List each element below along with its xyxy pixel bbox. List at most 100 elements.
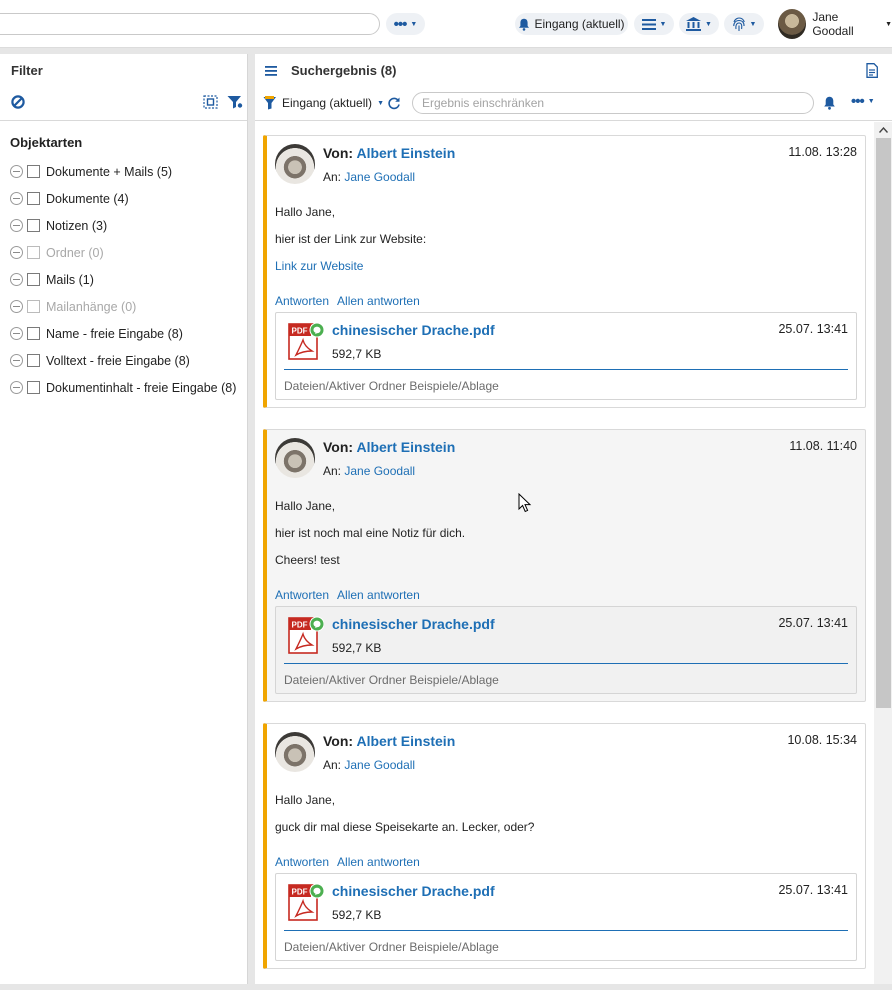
reply-all-link[interactable]: Allen antworten: [337, 294, 420, 308]
attachment-date: 25.07. 13:41: [778, 616, 848, 630]
filter-item[interactable]: Dokumente (4): [10, 185, 246, 212]
attachment-name[interactable]: chinesischer Drache.pdf: [332, 616, 495, 632]
reply-all-link[interactable]: Allen antworten: [337, 855, 420, 869]
filter-item-label: Mails (1): [46, 272, 94, 287]
archive-button[interactable]: ▼: [679, 13, 719, 35]
bell-icon[interactable]: [823, 96, 836, 110]
filter-header: Filter: [0, 54, 247, 121]
reply-link[interactable]: Antworten: [275, 294, 329, 308]
to-line: An: Jane Goodall: [323, 464, 415, 478]
message-body: Hallo Jane, hier ist der Link zur Website…: [275, 205, 835, 286]
sender-name[interactable]: Albert Einstein: [356, 439, 455, 455]
inbox-filter-icon: [263, 96, 276, 110]
refresh-icon[interactable]: [387, 96, 401, 110]
from-prefix: Von:: [323, 733, 354, 749]
filter-item[interactable]: Volltext - freie Eingabe (8): [10, 347, 246, 374]
path-segment[interactable]: Ablage: [461, 940, 498, 954]
sender-name[interactable]: Albert Einstein: [356, 733, 455, 749]
scrollbar[interactable]: [874, 122, 892, 984]
exclude-circle-icon[interactable]: [10, 273, 23, 286]
attachment-name[interactable]: chinesischer Drache.pdf: [332, 883, 495, 899]
chevron-down-icon: ▼: [867, 98, 875, 105]
filter-settings-icon[interactable]: [227, 95, 243, 109]
website-link[interactable]: Link zur Website: [275, 259, 835, 286]
exclude-circle-icon[interactable]: [10, 381, 23, 394]
filter-item[interactable]: Ordner (0): [10, 239, 246, 266]
user-menu[interactable]: Jane Goodall ▼: [778, 8, 892, 40]
filter-checkbox[interactable]: [27, 192, 40, 205]
exclude-circle-icon[interactable]: [10, 354, 23, 367]
inbox-label: Eingang (aktuell): [534, 17, 625, 31]
recipient-name[interactable]: Jane Goodall: [344, 464, 415, 478]
exclude-circle-icon[interactable]: [10, 246, 23, 259]
path-segment[interactable]: Dateien: [284, 673, 325, 687]
filter-item[interactable]: Notizen (3): [10, 212, 246, 239]
document-icon[interactable]: [866, 63, 878, 78]
attachment-card[interactable]: PDF chinesischer Drache.pdf 592,7 KB 25.07.…: [275, 873, 857, 961]
message-card[interactable]: Von: Albert Einstein An: Jane Goodall 10.0…: [263, 723, 866, 969]
filter-checkbox[interactable]: [27, 165, 40, 178]
narrow-results-input[interactable]: [412, 92, 814, 114]
exclude-circle-icon[interactable]: [10, 165, 23, 178]
reply-link[interactable]: Antworten: [275, 855, 329, 869]
exclude-circle-icon[interactable]: [10, 300, 23, 313]
select-area-icon[interactable]: [203, 95, 219, 109]
filter-checkbox[interactable]: [27, 246, 40, 259]
scroll-up-arrow-icon[interactable]: [874, 122, 892, 138]
to-prefix: An:: [323, 758, 342, 772]
exclude-circle-icon[interactable]: [10, 327, 23, 340]
exclude-circle-icon[interactable]: [10, 192, 23, 205]
bank-icon: [686, 17, 702, 31]
filter-item[interactable]: Mailanhänge (0): [10, 293, 246, 320]
hamburger-menu-icon[interactable]: [265, 66, 277, 76]
message-card[interactable]: Von: Albert Einstein An: Jane Goodall 11.0…: [263, 135, 866, 408]
path-segment[interactable]: Dateien: [284, 379, 325, 393]
filter-item-label: Dokumentinhalt - freie Eingabe (8): [46, 380, 237, 395]
reply-all-link[interactable]: Allen antworten: [337, 588, 420, 602]
message-line: Cheers! test: [275, 553, 340, 567]
inbox-button[interactable]: Eingang (aktuell): [515, 13, 628, 35]
result-more-button[interactable]: ••• ▼: [851, 94, 875, 109]
fingerprint-button[interactable]: ▼: [724, 13, 764, 35]
message-card[interactable]: Von: Albert Einstein An: Jane Goodall 11.0…: [263, 429, 866, 702]
path-segment[interactable]: Ablage: [461, 673, 498, 687]
recipient-name[interactable]: Jane Goodall: [344, 170, 415, 184]
message-body: Hallo Jane, guck dir mal diese Speisekart…: [275, 793, 835, 847]
attachment-card[interactable]: PDF chinesischer Drache.pdf 592,7 KB 25.07.…: [275, 312, 857, 400]
sender-name[interactable]: Albert Einstein: [356, 145, 455, 161]
filter-item[interactable]: Dokumente + Mails (5): [10, 158, 246, 185]
path-segment[interactable]: Aktiver Ordner Beispiele: [329, 940, 458, 954]
reply-link[interactable]: Antworten: [275, 588, 329, 602]
inbox-select[interactable]: Eingang (aktuell) ▼: [263, 96, 384, 110]
path-segment[interactable]: Aktiver Ordner Beispiele: [329, 379, 458, 393]
filter-checkbox[interactable]: [27, 354, 40, 367]
global-search-input[interactable]: [0, 13, 380, 35]
svg-text:PDF: PDF: [292, 888, 308, 897]
filter-item[interactable]: Mails (1): [10, 266, 246, 293]
clear-filter-icon[interactable]: [11, 95, 25, 109]
filter-checkbox[interactable]: [27, 300, 40, 313]
message-body: Hallo Jane, hier ist noch mal eine Notiz …: [275, 499, 835, 580]
recipient-name[interactable]: Jane Goodall: [344, 758, 415, 772]
from-line: Von: Albert Einstein: [323, 145, 455, 161]
filter-checkbox[interactable]: [27, 327, 40, 340]
filter-item[interactable]: Dokumentinhalt - freie Eingabe (8): [10, 374, 246, 401]
to-line: An: Jane Goodall: [323, 758, 415, 772]
scroll-thumb[interactable]: [876, 138, 891, 708]
from-prefix: Von:: [323, 145, 354, 161]
path-segment[interactable]: Ablage: [461, 379, 498, 393]
filter-checkbox[interactable]: [27, 273, 40, 286]
filter-checkbox[interactable]: [27, 219, 40, 232]
filter-checkbox[interactable]: [27, 381, 40, 394]
from-line: Von: Albert Einstein: [323, 439, 455, 455]
more-dots-icon: •••: [393, 15, 408, 33]
menu-list-button[interactable]: ▼: [634, 13, 674, 35]
global-more-button[interactable]: ••• ▼: [386, 13, 425, 35]
path-segment[interactable]: Dateien: [284, 940, 325, 954]
filter-item-label: Mailanhänge (0): [46, 299, 137, 314]
exclude-circle-icon[interactable]: [10, 219, 23, 232]
filter-item[interactable]: Name - freie Eingabe (8): [10, 320, 246, 347]
path-segment[interactable]: Aktiver Ordner Beispiele: [329, 673, 458, 687]
attachment-name[interactable]: chinesischer Drache.pdf: [332, 322, 495, 338]
attachment-card[interactable]: PDF chinesischer Drache.pdf 592,7 KB 25.07.…: [275, 606, 857, 694]
